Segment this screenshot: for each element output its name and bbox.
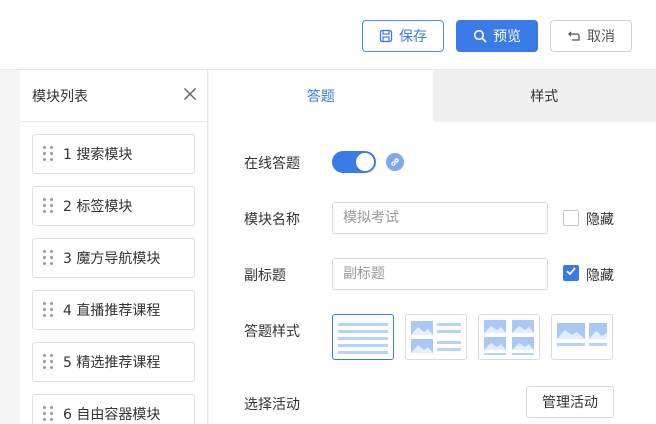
module-list-header: 模块列表 bbox=[20, 70, 207, 122]
undo-icon bbox=[567, 29, 581, 43]
module-item[interactable]: 1 搜索模块 bbox=[32, 134, 195, 174]
drag-handle-icon[interactable] bbox=[43, 198, 55, 214]
quiz-style-option-carousel[interactable] bbox=[551, 314, 613, 360]
module-item[interactable]: 6 自由容器模块 bbox=[32, 394, 195, 424]
image-left-layout-icon bbox=[411, 321, 461, 353]
online-quiz-label: 在线答题 bbox=[244, 156, 300, 172]
search-icon bbox=[473, 29, 487, 43]
carousel-layout-icon bbox=[557, 323, 607, 346]
preview-label: 预览 bbox=[493, 29, 521, 45]
module-name-hide-label: 隐藏 bbox=[586, 212, 614, 228]
module-name-hide-checkbox[interactable] bbox=[563, 210, 579, 226]
module-name-input[interactable] bbox=[332, 202, 548, 234]
save-label: 保存 bbox=[399, 29, 427, 45]
check-icon bbox=[565, 265, 577, 281]
quiz-style-option-grid[interactable] bbox=[478, 314, 540, 360]
module-item-label: 1 搜索模块 bbox=[63, 147, 133, 163]
settings-form: 在线答题 模块名称 隐藏 副标题 隐藏 答题样式 bbox=[209, 122, 656, 424]
quiz-style-label: 答题样式 bbox=[244, 324, 300, 340]
module-list-title: 模块列表 bbox=[32, 88, 88, 105]
module-item-label: 6 自由容器模块 bbox=[63, 407, 161, 423]
quiz-style-option-list[interactable] bbox=[332, 314, 394, 360]
list-layout-icon bbox=[338, 323, 388, 354]
subtitle-label: 副标题 bbox=[244, 268, 286, 284]
module-item-label: 2 标签模块 bbox=[63, 199, 133, 215]
tab-quiz[interactable]: 答题 bbox=[209, 70, 433, 122]
module-item[interactable]: 4 直播推荐课程 bbox=[32, 290, 195, 330]
module-item-label: 5 精选推荐课程 bbox=[63, 355, 161, 371]
save-icon bbox=[379, 29, 393, 43]
cancel-label: 取消 bbox=[587, 29, 615, 45]
quiz-style-option-image-left[interactable] bbox=[405, 314, 467, 360]
top-toolbar: 保存 预览 取消 bbox=[0, 0, 656, 70]
online-quiz-toggle[interactable] bbox=[332, 151, 376, 173]
module-list: 1 搜索模块 2 标签模块 3 魔方导航模块 4 直播推荐课程 5 精选推荐课程… bbox=[20, 122, 207, 424]
save-button[interactable]: 保存 bbox=[362, 20, 444, 52]
module-item[interactable]: 3 魔方导航模块 bbox=[32, 238, 195, 278]
select-activity-label: 选择活动 bbox=[244, 397, 300, 413]
manage-activity-button[interactable]: 管理活动 bbox=[526, 386, 614, 418]
drag-handle-icon[interactable] bbox=[43, 354, 55, 370]
preview-button[interactable]: 预览 bbox=[456, 20, 538, 52]
settings-tabs: 答题 样式 bbox=[209, 70, 656, 122]
drag-handle-icon[interactable] bbox=[43, 250, 55, 266]
module-item[interactable]: 2 标签模块 bbox=[32, 186, 195, 226]
module-item[interactable]: 5 精选推荐课程 bbox=[32, 342, 195, 382]
link-icon[interactable] bbox=[386, 153, 404, 171]
close-icon[interactable] bbox=[183, 87, 197, 105]
grid-layout-icon bbox=[484, 320, 534, 355]
tab-style[interactable]: 样式 bbox=[432, 70, 656, 122]
module-name-label: 模块名称 bbox=[244, 212, 300, 228]
subtitle-hide-checkbox[interactable] bbox=[563, 265, 579, 281]
module-list-panel: 模块列表 1 搜索模块 2 标签模块 3 魔方导航模块 4 直播推荐课程 5 精… bbox=[20, 70, 208, 424]
subtitle-input[interactable] bbox=[332, 258, 548, 290]
module-item-label: 4 直播推荐课程 bbox=[63, 303, 161, 319]
drag-handle-icon[interactable] bbox=[43, 406, 55, 422]
cancel-button[interactable]: 取消 bbox=[550, 20, 632, 52]
module-item-label: 3 魔方导航模块 bbox=[63, 251, 161, 267]
drag-handle-icon[interactable] bbox=[43, 146, 55, 162]
subtitle-hide-label: 隐藏 bbox=[586, 268, 614, 284]
drag-handle-icon[interactable] bbox=[43, 302, 55, 318]
